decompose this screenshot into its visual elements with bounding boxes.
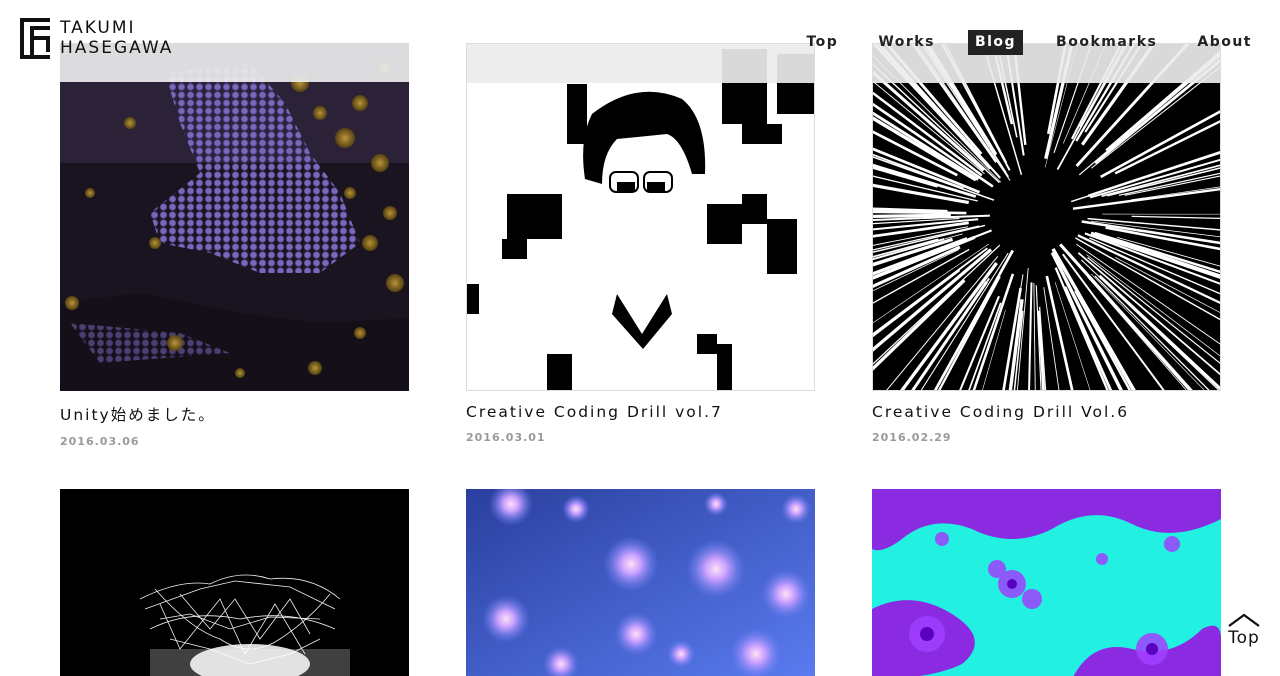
post-title[interactable]: Unity始めました。 — [60, 403, 409, 425]
nav-item-blog[interactable]: Blog — [967, 30, 1024, 55]
thumbnail-overlay — [467, 44, 814, 83]
post-card[interactable] — [466, 489, 815, 676]
post-thumbnail[interactable] — [872, 489, 1221, 676]
post-thumbnail[interactable] — [60, 43, 409, 391]
post-title[interactable]: Creative Coding Drill Vol.6 — [872, 403, 1221, 421]
post-thumbnail[interactable] — [466, 43, 815, 391]
site-logo[interactable]: TAKUMI HASEGAWA — [20, 18, 173, 59]
post-card[interactable]: Creative Coding Drill Vol.6 2016.02.29 — [872, 43, 1221, 444]
post-date: 2016.03.01 — [466, 431, 546, 444]
site-name: TAKUMI HASEGAWA — [60, 18, 173, 58]
post-date: 2016.02.29 — [872, 431, 952, 444]
back-to-top-label: Top — [1228, 628, 1260, 648]
post-card[interactable]: Unity始めました。 2016.03.06 — [60, 43, 409, 448]
nav-item-top[interactable]: Top — [799, 30, 845, 55]
post-thumbnail[interactable] — [872, 43, 1221, 391]
chevron-up-icon — [1228, 613, 1260, 627]
back-to-top-button[interactable]: Top — [1224, 612, 1264, 648]
post-card[interactable]: Creative Coding Drill vol.7 2016.03.01 — [466, 43, 815, 444]
post-thumbnail[interactable] — [466, 489, 815, 676]
post-card[interactable] — [60, 489, 409, 676]
post-date: 2016.03.06 — [60, 435, 140, 448]
site-name-line2: HASEGAWA — [60, 38, 174, 58]
logo-mark-icon — [20, 18, 50, 59]
site-name-line1: TAKUMI — [60, 18, 136, 38]
post-card[interactable] — [872, 489, 1221, 676]
post-title[interactable]: Creative Coding Drill vol.7 — [466, 403, 815, 421]
main-nav: Top Works Blog Bookmarks About — [773, 30, 1259, 55]
nav-item-about[interactable]: About — [1190, 30, 1259, 55]
nav-item-works[interactable]: Works — [871, 30, 942, 55]
post-thumbnail[interactable] — [60, 489, 409, 676]
nav-item-bookmarks[interactable]: Bookmarks — [1049, 30, 1164, 55]
